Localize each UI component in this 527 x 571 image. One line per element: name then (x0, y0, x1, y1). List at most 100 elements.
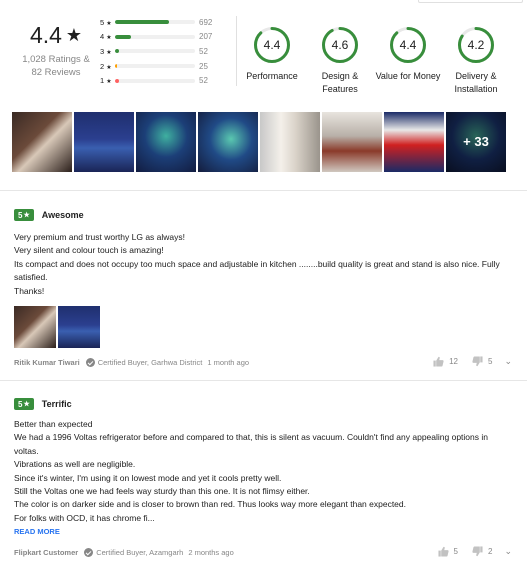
like-button[interactable]: 5 (438, 546, 458, 557)
distribution-star-label: 4 (100, 32, 105, 42)
aspect-design-features[interactable]: 4.6 Design & Features (304, 26, 376, 96)
like-count: 5 (453, 547, 458, 557)
review-author: Flipkart Customer (14, 548, 79, 558)
ratings-count: 1,028 Ratings & (22, 54, 90, 65)
photo-thumbnail[interactable] (12, 112, 72, 172)
top-dropdown-edge[interactable] (418, 0, 523, 3)
review-line: Still the Voltas one we had feels way st… (14, 486, 310, 497)
distribution-row: 3 ★ 52 (100, 44, 226, 59)
dislike-button[interactable]: 5 (472, 356, 492, 367)
review-line: Since it's winter, I'm using it on lowes… (14, 472, 282, 483)
thumbs-up-icon (433, 356, 444, 367)
distribution-row: 5 ★ 692 (100, 15, 226, 30)
aspect-rating-value: 4.4 (399, 38, 417, 52)
photo-thumbnail[interactable] (322, 112, 382, 172)
aspect-ring: 4.2 (457, 26, 495, 64)
thumbs-up-icon (438, 547, 449, 557)
thumbs-down-icon (472, 546, 483, 557)
photo-thumbnail[interactable] (384, 112, 444, 172)
star-icon: ★ (106, 49, 112, 56)
distribution-count: 52 (199, 46, 208, 56)
photo-thumbnail-more[interactable]: + 33 (446, 112, 506, 172)
review-author: Ritik Kumar Tiwari (14, 358, 80, 368)
review-time: 2 months ago (188, 548, 234, 558)
distribution-star-label: 1 (100, 76, 105, 86)
distribution-row: 4 ★ 207 (100, 30, 226, 45)
distribution-count: 25 (199, 61, 208, 71)
like-button[interactable]: 12 (433, 356, 458, 367)
dislike-button[interactable]: 2 (472, 546, 492, 557)
distribution-bar-fill (115, 78, 120, 83)
distribution-bar (115, 78, 195, 83)
aspect-ring: 4.6 (321, 26, 359, 64)
aspect-rating-value: 4.4 (263, 38, 281, 52)
certified-buyer-text: Certified Buyer, Garhwa District (97, 358, 203, 368)
aspect-performance[interactable]: 4.4 Performance (236, 26, 308, 83)
distribution-bar (115, 49, 195, 54)
average-rating-value: 4.4 (29, 22, 62, 48)
chevron-down-icon[interactable]: ⌄ (504, 546, 512, 557)
average-rating: 4.4 ★ 1,028 Ratings & 82 Reviews (14, 22, 98, 79)
rating-badge: 5 ★ (14, 398, 34, 410)
review-votes: 12 5 ⌄ (433, 356, 512, 367)
thumbs-down-icon (472, 356, 483, 367)
certified-buyer-text: Certified Buyer, Azamgarh (96, 548, 184, 558)
review-votes: 5 2 ⌄ (438, 546, 512, 557)
distribution-star-label: 5 (100, 17, 105, 27)
read-more-link[interactable]: READ MORE (14, 527, 514, 536)
distribution-bar-fill (115, 64, 117, 69)
review-image[interactable] (58, 306, 100, 349)
more-photos-count: + 33 (446, 112, 506, 172)
review-footer: Ritik Kumar Tiwari Certified Buyer, Garh… (14, 356, 512, 368)
distribution-bar (115, 34, 195, 39)
star-icon: ★ (106, 20, 112, 27)
distribution-row: 2 ★ 25 (100, 59, 226, 74)
review-image[interactable] (14, 306, 56, 349)
aspect-ring: 4.4 (253, 26, 291, 64)
aspect-name: Delivery & Installation (454, 71, 498, 94)
aspect-delivery-installation[interactable]: 4.2 Delivery & Installation (440, 26, 512, 96)
review-card: 5 ★ Awesome Very premium and trust worthy… (14, 209, 514, 368)
review-line: Its compact and does not occupy too much… (14, 258, 500, 283)
distribution-count: 692 (199, 17, 213, 27)
star-icon: ★ (23, 401, 30, 408)
dislike-count: 2 (488, 547, 493, 557)
rating-badge: 5 ★ (14, 209, 34, 221)
photo-thumbnail[interactable] (260, 112, 320, 172)
star-icon: ★ (106, 79, 112, 86)
review-line: Vibrations as well are negligible. (14, 459, 136, 470)
dislike-count: 5 (488, 357, 493, 367)
photo-thumbnail[interactable] (198, 112, 258, 172)
aspect-value-for-money[interactable]: 4.4 Value for Money (372, 26, 444, 83)
review-line: We had a 1996 Voltas refrigerator before… (14, 432, 488, 456)
distribution-star-label: 3 (100, 46, 105, 56)
chevron-down-icon[interactable]: ⌄ (504, 356, 512, 367)
customer-photo-strip: + 33 (12, 112, 512, 172)
review-title: Awesome (41, 210, 84, 220)
star-icon: ★ (23, 212, 30, 219)
distribution-star-label: 2 (100, 61, 105, 71)
review-body: Very premium and trust worthy LG as alwa… (14, 231, 500, 298)
review-line: Thanks! (14, 285, 45, 296)
aspect-ring: 4.4 (389, 26, 427, 64)
distribution-count: 52 (199, 76, 208, 86)
distribution-bar (115, 20, 195, 25)
distribution-bar-fill (115, 20, 169, 25)
reviews-count: 82 Reviews (31, 67, 81, 78)
aspect-name: Performance (246, 71, 298, 81)
review-card: 5 ★ Terrific Better than expected We had … (14, 398, 514, 558)
section-divider (0, 380, 527, 381)
review-images (14, 306, 514, 349)
certified-check-icon (84, 548, 94, 558)
distribution-count: 207 (199, 32, 213, 42)
distribution-bar-fill (115, 34, 132, 39)
distribution-row: 1 ★ 52 (100, 73, 226, 88)
like-count: 12 (449, 357, 458, 367)
photo-thumbnail[interactable] (136, 112, 196, 172)
star-icon: ★ (106, 64, 112, 71)
photo-thumbnail[interactable] (74, 112, 134, 172)
review-line: For folks with OCD, it has chrome fi... (14, 512, 155, 523)
star-icon: ★ (65, 25, 83, 45)
review-line: The color is on darker side and is close… (14, 499, 407, 510)
aspect-rating-value: 4.2 (467, 38, 485, 52)
